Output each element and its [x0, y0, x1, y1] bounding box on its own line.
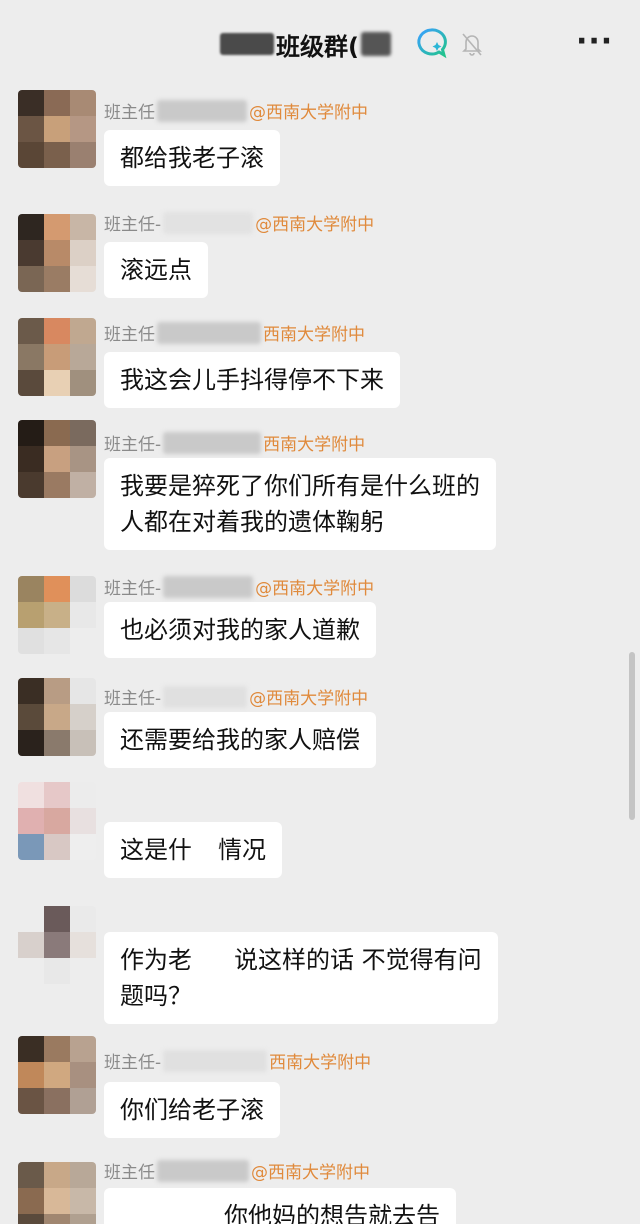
sender-name: 班主任- 西南大学附中: [104, 1048, 371, 1073]
name-redaction: [157, 1159, 249, 1182]
chat-header: 班级群( ···: [0, 0, 640, 84]
message-bubble[interactable]: 也必须对我的家人道歉: [104, 602, 376, 658]
avatar[interactable]: [18, 782, 96, 860]
sender-prefix: 班主任-: [104, 579, 162, 599]
sender-prefix: 班主任-: [104, 1053, 162, 1073]
name-redaction: [163, 685, 248, 708]
name-redaction: [157, 321, 261, 344]
message-text: 说这样的话 不觉得有问: [234, 946, 482, 974]
sender-prefix: 班主任: [104, 325, 155, 345]
sender-name: 班主任 @西南大学附中: [104, 1158, 370, 1183]
chat-title-group[interactable]: 班级群(: [220, 26, 391, 62]
avatar[interactable]: [18, 678, 96, 756]
message-bubble[interactable]: 我要是猝死了你们所有是什么班的 人都在对着我的遗体鞠躬: [104, 458, 496, 550]
scrollbar[interactable]: [629, 652, 635, 820]
message-text: 作为老: [120, 946, 192, 974]
avatar[interactable]: [18, 214, 96, 292]
message-bubble[interactable]: 这是什 情况: [104, 822, 282, 878]
sender-school: @西南大学附中: [249, 103, 368, 123]
avatar[interactable]: [18, 576, 96, 654]
sender-name: 班主任- @西南大学附中: [104, 684, 368, 709]
name-redaction: [163, 211, 254, 234]
sender-prefix: 班主任-: [104, 215, 162, 235]
message-bubble[interactable]: 我这会儿手抖得停不下来: [104, 352, 400, 408]
sender-school: @西南大学附中: [249, 689, 369, 709]
name-redaction: [163, 575, 254, 598]
sender-school: @西南大学附中: [255, 215, 375, 235]
title-redaction: [360, 32, 391, 56]
sender-prefix: 班主任: [104, 103, 155, 123]
text-redaction: [192, 947, 234, 975]
message-bubble[interactable]: 滚远点: [104, 242, 208, 298]
message-bubble[interactable]: 作为老 说这样的话 不觉得有问 题吗？: [104, 932, 498, 1024]
text-redaction: [192, 837, 218, 865]
message-text: 情况: [218, 836, 266, 864]
sender-name: 班主任 @西南大学附中: [104, 98, 368, 123]
sender-name: 班主任- @西南大学附中: [104, 574, 374, 599]
sender-school: 西南大学附中: [269, 1053, 372, 1073]
avatar[interactable]: [18, 420, 96, 498]
avatar[interactable]: [18, 1162, 96, 1224]
sender-prefix: 班主任-: [104, 689, 162, 709]
message-bubble[interactable]: 你他妈的想告就去告: [104, 1188, 456, 1224]
sender-prefix: 班主任-: [104, 435, 162, 455]
message-line: 题吗？: [120, 982, 192, 1010]
chat-title: 班级群(: [276, 32, 359, 61]
sender-prefix: 班主任: [104, 1163, 155, 1183]
sender-name: 班主任- @西南大学附中: [104, 210, 374, 235]
sender-name: 班主任- 西南大学附中: [104, 430, 365, 455]
sender-school: @西南大学附中: [255, 579, 375, 599]
message-text: 这是什: [120, 836, 192, 864]
message-line: 我要是猝死了你们所有是什么班的: [120, 472, 480, 500]
sender-school: 西南大学附中: [263, 325, 365, 345]
message-bubble[interactable]: 还需要给我的家人赔偿: [104, 712, 376, 768]
message-line: 人都在对着我的遗体鞠躬: [120, 508, 384, 536]
name-redaction: [163, 431, 262, 454]
title-redaction: [220, 33, 274, 55]
name-redaction: [163, 1049, 268, 1072]
bell-muted-icon[interactable]: [460, 30, 484, 58]
name-redaction: [157, 99, 247, 122]
more-options-icon[interactable]: ···: [576, 27, 612, 57]
avatar[interactable]: [18, 906, 96, 984]
avatar[interactable]: [18, 318, 96, 396]
avatar[interactable]: [18, 1036, 96, 1114]
sender-name: 班主任 西南大学附中: [104, 320, 365, 345]
message-bubble[interactable]: 都给我老子滚: [104, 130, 280, 186]
ai-assistant-icon[interactable]: [414, 26, 448, 60]
sender-school: @西南大学附中: [251, 1163, 370, 1183]
sender-school: 西南大学附中: [263, 435, 366, 455]
avatar[interactable]: [18, 90, 96, 168]
message-bubble[interactable]: 你们给老子滚: [104, 1082, 280, 1138]
